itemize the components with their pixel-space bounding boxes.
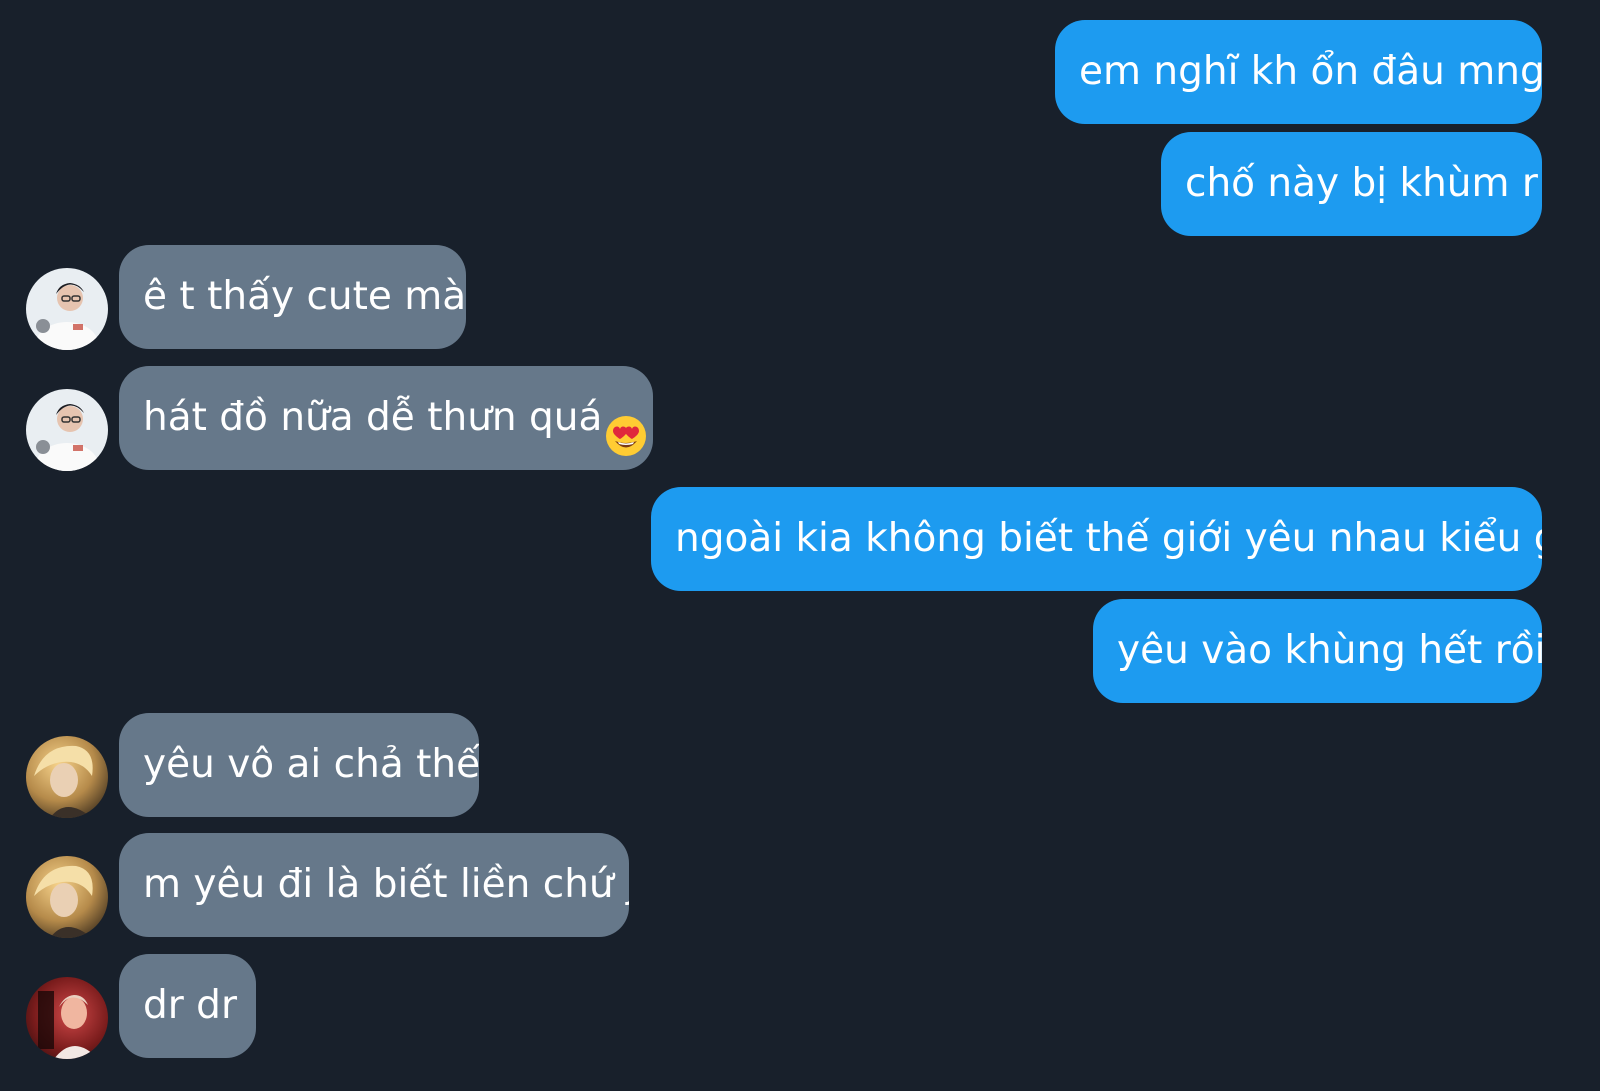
- message-text: chố này bị khùm r: [1185, 161, 1538, 206]
- avatar-blonde-person[interactable]: [26, 856, 108, 938]
- chat-thread: em nghĩ kh ổn đâu mng chố này bị khùm r …: [0, 0, 1600, 1091]
- avatar-red-tone-person[interactable]: [26, 977, 108, 1059]
- avatar-image: [26, 977, 108, 1059]
- message-text: dr dr: [143, 983, 237, 1028]
- message-text: hát đồ nữa dễ thưn quá: [143, 395, 603, 440]
- avatar-image: [26, 389, 108, 471]
- received-message-bubble[interactable]: hát đồ nữa dễ thưn quá: [119, 366, 653, 470]
- received-message-bubble[interactable]: dr dr: [119, 954, 256, 1058]
- sent-message-bubble[interactable]: yêu vào khùng hết rồi: [1093, 599, 1542, 703]
- avatar-image: [26, 268, 108, 350]
- received-message-bubble[interactable]: ê t thấy cute mà: [119, 245, 466, 349]
- sent-message-bubble[interactable]: em nghĩ kh ổn đâu mng: [1055, 20, 1542, 124]
- message-text: m yêu đi là biết liền chứ j: [143, 862, 629, 907]
- avatar-image: [26, 856, 108, 938]
- sent-message-bubble[interactable]: ngoài kia không biết thế giới yêu nhau k…: [651, 487, 1542, 591]
- message-text: em nghĩ kh ổn đâu mng: [1079, 49, 1542, 94]
- avatar-person-white-shirt[interactable]: [26, 268, 108, 350]
- avatar-person-white-shirt[interactable]: [26, 389, 108, 471]
- heart-eyes-emoji-icon: [604, 394, 648, 456]
- avatar-image: [26, 736, 108, 818]
- avatar-blonde-person[interactable]: [26, 736, 108, 818]
- received-message-bubble[interactable]: yêu vô ai chả thế: [119, 713, 479, 817]
- message-text: yêu vô ai chả thế: [143, 742, 479, 787]
- message-text: ngoài kia không biết thế giới yêu nhau k…: [675, 516, 1542, 561]
- received-message-bubble[interactable]: m yêu đi là biết liền chứ j: [119, 833, 629, 937]
- message-text: yêu vào khùng hết rồi: [1117, 628, 1542, 673]
- message-text: ê t thấy cute mà: [143, 274, 466, 319]
- sent-message-bubble[interactable]: chố này bị khùm r: [1161, 132, 1542, 236]
